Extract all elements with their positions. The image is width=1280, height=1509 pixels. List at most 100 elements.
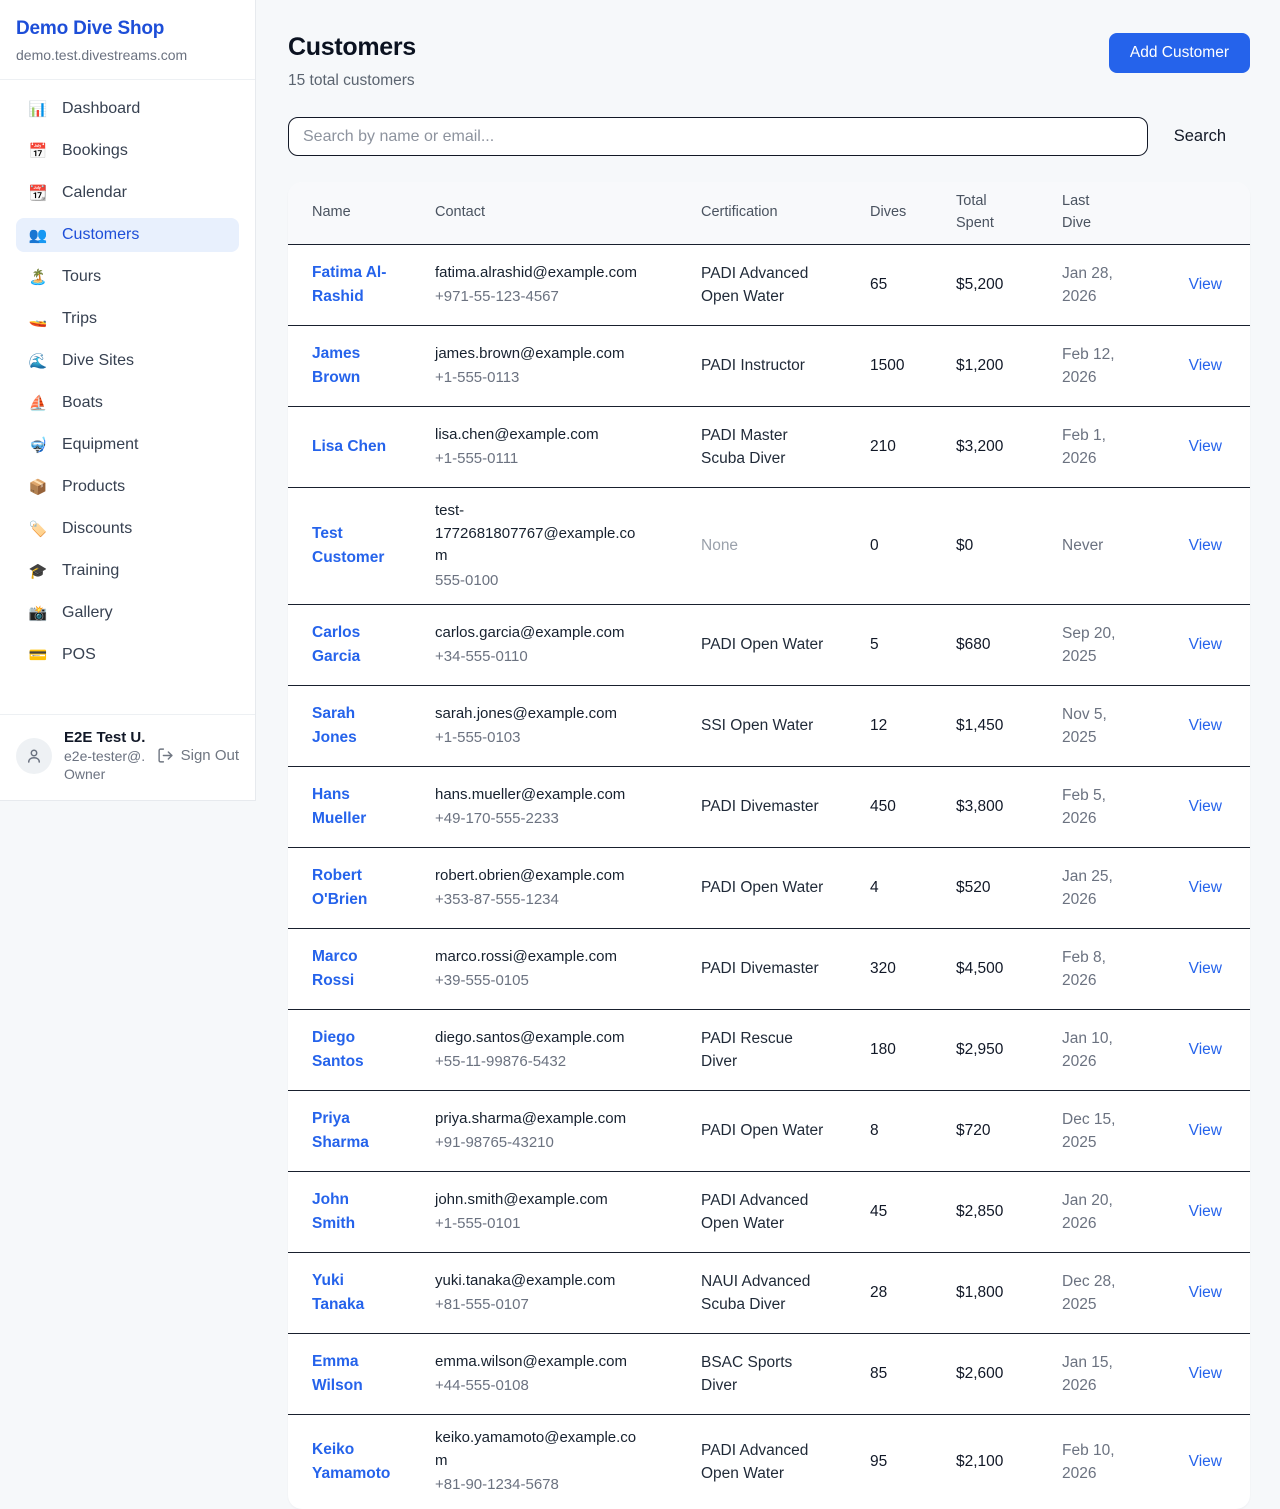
nav-item-label: Gallery	[62, 604, 113, 622]
customer-name-link[interactable]: Hans Mueller	[312, 783, 396, 831]
column-header-contact: Contact	[435, 202, 701, 224]
nav-item-label: Products	[62, 478, 125, 496]
customer-name-link[interactable]: Carlos Garcia	[312, 621, 396, 669]
customer-last-dive: Jan 15, 2026	[1062, 1351, 1169, 1398]
customer-name-link[interactable]: Yuki Tanaka	[312, 1269, 396, 1317]
sidebar-item[interactable]: 🤿 Equipment	[16, 428, 239, 462]
customer-total-spent: $1,450	[956, 714, 1062, 737]
user-meta: E2E Test U... e2e-tester@... Owner	[64, 729, 145, 782]
view-customer-link[interactable]: View	[1189, 438, 1222, 455]
table-row: Sarah Jones sarah.jones@example.com +1-5…	[288, 685, 1250, 766]
sign-out-button[interactable]: Sign Out	[157, 747, 239, 764]
customer-name-link[interactable]: John Smith	[312, 1188, 396, 1236]
sidebar-item[interactable]: 📊 Dashboard	[16, 92, 239, 126]
customer-dives: 95	[870, 1450, 956, 1473]
user-email: e2e-tester@...	[64, 748, 145, 764]
search-input[interactable]	[288, 117, 1148, 156]
customer-name-link[interactable]: Emma Wilson	[312, 1350, 396, 1398]
customer-total-spent: $1,800	[956, 1281, 1062, 1304]
customer-certification: PADI Master Scuba Diver	[701, 424, 870, 471]
view-customer-link[interactable]: View	[1189, 1041, 1222, 1058]
view-customer-link[interactable]: View	[1189, 276, 1222, 293]
add-customer-button[interactable]: Add Customer	[1109, 33, 1250, 73]
sidebar-item[interactable]: 🏷️ Discounts	[16, 512, 239, 546]
customer-total-spent: $3,200	[956, 435, 1062, 458]
customer-dives: 85	[870, 1362, 956, 1385]
customer-last-dive: Jan 20, 2026	[1062, 1189, 1169, 1236]
sign-out-icon	[157, 747, 174, 764]
customer-certification: PADI Divemaster	[701, 957, 870, 980]
view-customer-link[interactable]: View	[1189, 960, 1222, 977]
nav-item-label: Calendar	[62, 184, 127, 202]
customers-table: Name Contact Certification Dives Total S…	[288, 182, 1250, 1509]
customer-name-link[interactable]: Sarah Jones	[312, 702, 396, 750]
customer-phone: +49-170-555-2233	[435, 808, 645, 831]
customer-phone: +91-98765-43210	[435, 1132, 645, 1155]
sidebar-item[interactable]: 💳 POS	[16, 638, 239, 672]
customer-name-link[interactable]: James Brown	[312, 342, 396, 390]
customer-email: emma.wilson@example.com	[435, 1351, 645, 1374]
view-customer-link[interactable]: View	[1189, 798, 1222, 815]
sidebar-item[interactable]: 🏝️ Tours	[16, 260, 239, 294]
sidebar-item[interactable]: ⛵ Boats	[16, 386, 239, 420]
sidebar-item[interactable]: 🌊 Dive Sites	[16, 344, 239, 378]
customer-certification: BSAC Sports Diver	[701, 1351, 870, 1398]
customer-last-dive: Feb 5, 2026	[1062, 784, 1169, 831]
customer-email: test-1772681807767@example.com	[435, 500, 645, 568]
nav-item-label: POS	[62, 646, 96, 664]
customer-name-link[interactable]: Priya Sharma	[312, 1107, 396, 1155]
customer-name-link[interactable]: Robert O'Brien	[312, 864, 396, 912]
customer-name-link[interactable]: Keiko Yamamoto	[312, 1438, 396, 1486]
customer-email: carlos.garcia@example.com	[435, 622, 645, 645]
customer-certification: PADI Divemaster	[701, 795, 870, 818]
sidebar-item[interactable]: 👥 Customers	[16, 218, 239, 252]
customer-dives: 180	[870, 1038, 956, 1061]
customer-last-dive: Jan 28, 2026	[1062, 262, 1169, 309]
customer-phone: +34-555-0110	[435, 646, 645, 669]
customer-phone: +971-55-123-4567	[435, 286, 645, 309]
customer-phone: +55-11-99876-5432	[435, 1051, 645, 1074]
sidebar-item[interactable]: 📅 Bookings	[16, 134, 239, 168]
customer-last-dive: Feb 8, 2026	[1062, 946, 1169, 993]
nav-item-icon: 🤿	[28, 436, 48, 454]
main-content: Customers 15 total customers Add Custome…	[256, 0, 1280, 1509]
customer-phone: +1-555-0111	[435, 448, 645, 471]
customer-last-dive: Sep 20, 2025	[1062, 622, 1169, 669]
sidebar-item[interactable]: 🚤 Trips	[16, 302, 239, 336]
view-customer-link[interactable]: View	[1189, 1453, 1222, 1470]
nav-item-label: Bookings	[62, 142, 128, 160]
customer-name-link[interactable]: Fatima Al-Rashid	[312, 261, 396, 309]
nav-item-icon: 📅	[28, 142, 48, 160]
nav-item-icon: 🌊	[28, 352, 48, 370]
table-row: Priya Sharma priya.sharma@example.com +9…	[288, 1090, 1250, 1171]
sidebar-item[interactable]: 📸 Gallery	[16, 596, 239, 630]
nav-item-label: Trips	[62, 310, 97, 328]
view-customer-link[interactable]: View	[1189, 879, 1222, 896]
view-customer-link[interactable]: View	[1189, 1122, 1222, 1139]
view-customer-link[interactable]: View	[1189, 1365, 1222, 1382]
sidebar-item[interactable]: 🎓 Training	[16, 554, 239, 588]
customer-email: yuki.tanaka@example.com	[435, 1270, 645, 1293]
search-button[interactable]: Search	[1150, 127, 1250, 146]
customer-dives: 12	[870, 714, 956, 737]
sidebar-item[interactable]: 📦 Products	[16, 470, 239, 504]
view-customer-link[interactable]: View	[1189, 537, 1222, 554]
view-customer-link[interactable]: View	[1189, 1203, 1222, 1220]
customer-name-link[interactable]: Diego Santos	[312, 1026, 396, 1074]
table-row: Lisa Chen lisa.chen@example.com +1-555-0…	[288, 406, 1250, 487]
customer-name-link[interactable]: Marco Rossi	[312, 945, 396, 993]
view-customer-link[interactable]: View	[1189, 1284, 1222, 1301]
customer-phone: +81-555-0107	[435, 1294, 645, 1317]
nav-item-icon: 💳	[28, 646, 48, 664]
sidebar-nav: 📊 Dashboard 📅 Bookings 📆 Calendar 👥 Cust…	[0, 80, 255, 714]
customer-dives: 210	[870, 435, 956, 458]
customer-certification: PADI Open Water	[701, 1119, 870, 1142]
sidebar-item[interactable]: 📆 Calendar	[16, 176, 239, 210]
customer-total-spent: $2,950	[956, 1038, 1062, 1061]
customer-name-link[interactable]: Lisa Chen	[312, 435, 386, 459]
view-customer-link[interactable]: View	[1189, 636, 1222, 653]
view-customer-link[interactable]: View	[1189, 717, 1222, 734]
view-customer-link[interactable]: View	[1189, 357, 1222, 374]
customer-name-link[interactable]: Test Customer	[312, 522, 396, 570]
customer-certification: PADI Open Water	[701, 633, 870, 656]
